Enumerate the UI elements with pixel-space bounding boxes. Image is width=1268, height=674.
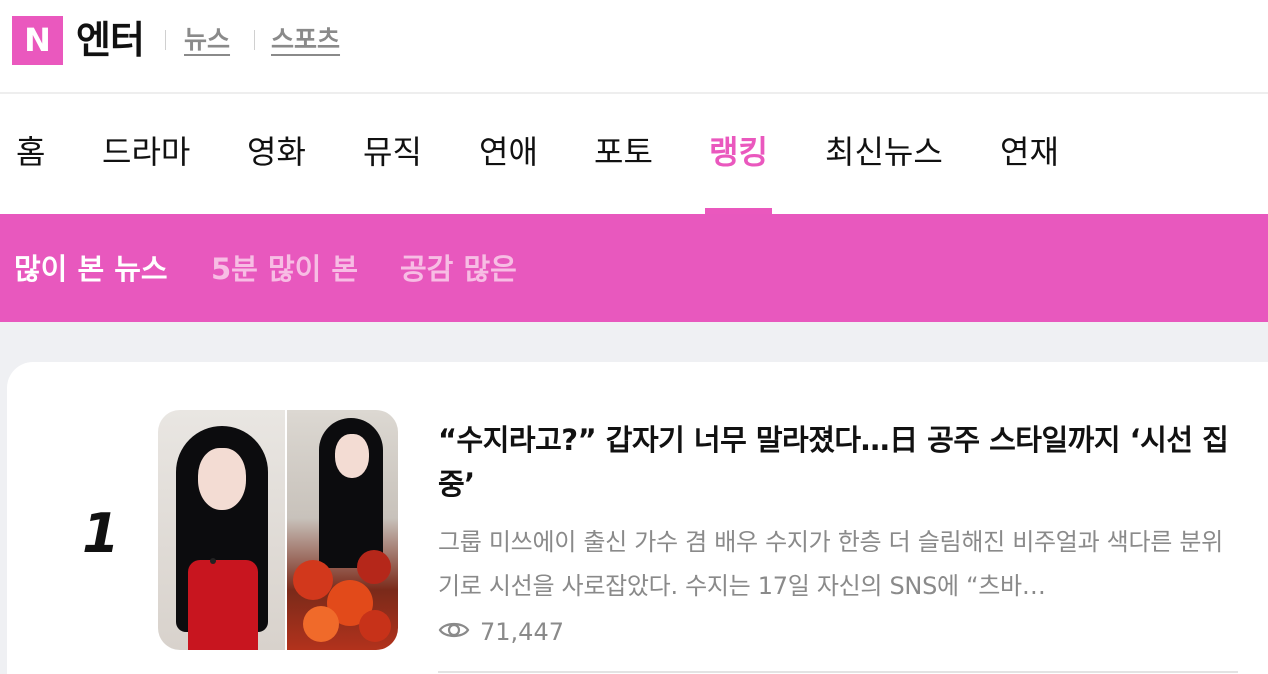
top-link-sports[interactable]: 스포츠 — [271, 24, 340, 56]
nav-item-drama[interactable]: 드라마 — [102, 130, 190, 174]
subtab-5min-most-viewed[interactable]: 5분 많이 본 — [211, 250, 358, 288]
eye-icon — [438, 619, 470, 645]
divider — [165, 30, 166, 50]
nav-item-photo[interactable]: 포토 — [594, 130, 653, 174]
site-title[interactable]: 엔터 — [76, 14, 145, 66]
top-link-news[interactable]: 뉴스 — [184, 24, 230, 56]
main-nav: 홈 드라마 영화 뮤직 연애 포토 랭킹 최신뉴스 연재 — [0, 96, 1268, 214]
rank-number: 1 — [82, 502, 120, 565]
ranking-subtabs: 많이 본 뉴스 5분 많이 본 공감 많은 — [0, 214, 1268, 322]
photo-left — [158, 410, 285, 650]
nav-item-dating[interactable]: 연애 — [479, 130, 538, 174]
view-count-value: 71,447 — [480, 618, 564, 646]
article-summary[interactable]: 그룹 미쓰에이 출신 가수 겸 배우 수지가 한층 더 슬림해진 비주얼과 색다… — [438, 520, 1228, 608]
divider — [254, 30, 255, 50]
subtab-most-empathy[interactable]: 공감 많은 — [400, 250, 517, 288]
nav-item-music[interactable]: 뮤직 — [363, 130, 422, 174]
article-thumbnail[interactable] — [158, 410, 398, 650]
nav-item-series[interactable]: 연재 — [1000, 130, 1059, 174]
article-headline[interactable]: “수지라고?” 갑자기 너무 말라졌다…日 공주 스타일까지 ‘시선 집중’ — [438, 418, 1238, 506]
row-divider — [438, 671, 1238, 673]
view-count: 71,447 — [438, 612, 564, 652]
site-header: N 엔터 뉴스 스포츠 — [0, 0, 1268, 94]
photo-right — [287, 410, 398, 650]
subtab-most-viewed[interactable]: 많이 본 뉴스 — [14, 250, 168, 288]
nav-item-latest-news[interactable]: 최신뉴스 — [825, 130, 943, 174]
naver-logo[interactable]: N — [12, 16, 63, 65]
nav-item-movie[interactable]: 영화 — [247, 130, 306, 174]
nav-item-ranking[interactable]: 랭킹 — [709, 130, 768, 174]
nav-item-home[interactable]: 홈 — [16, 130, 45, 174]
